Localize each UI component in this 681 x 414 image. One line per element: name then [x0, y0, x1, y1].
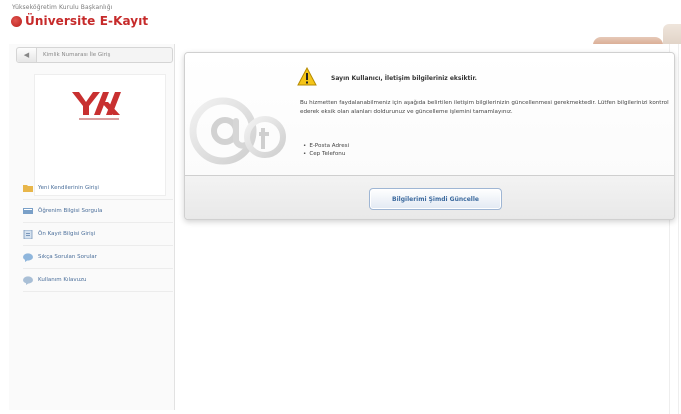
sidebar-item-label: Öğrenim Bilgisi Sorgula: [38, 208, 103, 214]
tc-login-bar[interactable]: ◀ Kimlik Numarası İle Giriş: [16, 47, 173, 63]
sidebar-item-label: Sıkça Sorulan Sorular: [38, 254, 97, 260]
brand-logo[interactable]: Üniversite E-Kayıt: [11, 14, 148, 28]
folder-icon: [23, 184, 33, 193]
sidebar-item-label: Kullanım Kılavuzu: [38, 277, 87, 283]
sidebar-item-label: Ön Kayıt Bilgisi Girişi: [38, 231, 96, 237]
list-item: E-Posta Adresi: [303, 142, 349, 150]
sidebar-item-faq[interactable]: Sıkça Sorulan Sorular: [23, 246, 173, 269]
sidebar-item-new-enrollment[interactable]: Yeni Kendilerinin Girişi: [23, 177, 173, 200]
tc-login-label: Kimlik Numarası İle Giriş: [43, 52, 111, 58]
university-logo-icon: [11, 15, 22, 27]
sidebar-item-pre-registration[interactable]: Ön Kayıt Bilgisi Girişi: [23, 223, 173, 246]
sidebar-item-label: Yeni Kendilerinin Girişi: [38, 185, 99, 191]
help-icon: [23, 275, 33, 285]
warning-icon: [297, 67, 317, 86]
sidebar: ◀ Kimlik Numarası İle Giriş Yeni Kendile…: [9, 44, 175, 410]
header-decoration-right: [663, 24, 681, 46]
contact-info-dialog: Sayın Kullanıcı, İletişim bilgileriniz e…: [184, 52, 675, 220]
document-icon: [23, 229, 33, 239]
brand-title: Üniversite E-Kayıt: [25, 14, 149, 28]
dialog-title: Sayın Kullanıcı, İletişim bilgileriniz e…: [331, 75, 477, 82]
sidebar-menu: Yeni Kendilerinin Girişi Öğrenim Bilgisi…: [23, 177, 173, 292]
required-fields-list: E-Posta Adresi Cep Telefonu: [303, 142, 349, 158]
yok-logo: [72, 92, 121, 115]
dialog-footer: Bilgilerimi Şimdi Güncelle: [185, 175, 674, 219]
sidebar-item-education-info[interactable]: Öğrenim Bilgisi Sorgula: [23, 200, 173, 223]
certificate-icon: [23, 207, 33, 216]
back-arrow-icon[interactable]: ◀: [17, 48, 37, 62]
update-info-button[interactable]: Bilgilerimi Şimdi Güncelle: [369, 188, 502, 210]
chat-icon: [23, 252, 33, 262]
list-item: Cep Telefonu: [303, 150, 349, 158]
app-header: Yükseköğretim Kurulu Başkanlığı Üniversi…: [0, 0, 681, 46]
header-subtitle: Yükseköğretim Kurulu Başkanlığı: [12, 4, 113, 11]
dialog-message: Bu hizmetten faydalanabilmeniz için aşağ…: [300, 100, 669, 115]
dialog-body: Sayın Kullanıcı, İletişim bilgileriniz e…: [185, 53, 674, 175]
yok-caption-line: [79, 118, 119, 120]
sidebar-item-user-guide[interactable]: Kullanım Kılavuzu: [23, 269, 173, 292]
at-sign-icon: [189, 97, 286, 165]
